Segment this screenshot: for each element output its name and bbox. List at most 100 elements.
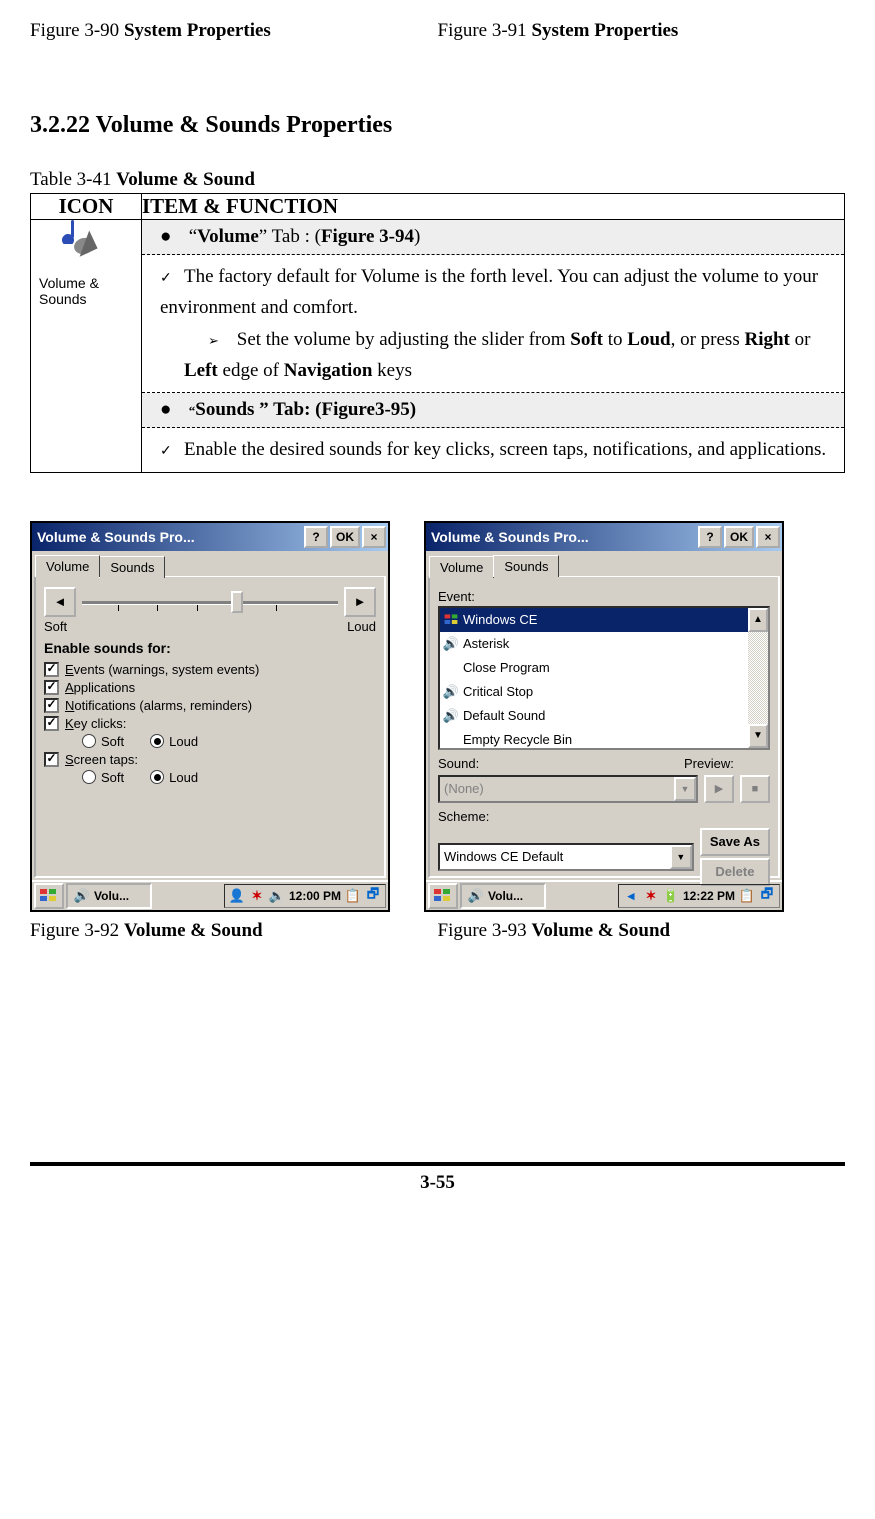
volume-slider[interactable] [78, 589, 342, 615]
help-button[interactable]: ? [304, 526, 328, 548]
tab-sounds[interactable]: Sounds [493, 555, 559, 577]
sounds-desc-text: Enable the desired sounds for key clicks… [184, 439, 826, 460]
sound-icon: 🔊 [443, 708, 459, 724]
caption-fig-3-91: Figure 3-91 System Properties [438, 20, 846, 42]
th-icon: ICON [31, 194, 142, 220]
sound-combo: (None) ▼ [438, 775, 698, 803]
list-item[interactable]: Windows CE [440, 608, 768, 632]
start-button[interactable] [428, 883, 458, 909]
start-button[interactable] [34, 883, 64, 909]
checkbox-applications[interactable] [44, 680, 59, 695]
ok-button[interactable]: OK [330, 526, 360, 548]
slider-decrease-button[interactable]: ◄ [44, 587, 76, 617]
save-as-button[interactable]: Save As [700, 828, 770, 856]
checkbox-notifications[interactable] [44, 698, 59, 713]
radio-label-loud: Loud [169, 734, 198, 749]
volume-desc-text: The factory default for Volume is the fo… [160, 266, 818, 318]
caption-prefix: Figure 3-90 [30, 20, 124, 41]
system-tray: ◂ ✶ 🔋 12:22 PM 📋 🗗 [618, 884, 780, 908]
chevron-down-icon: ▼ [674, 777, 696, 801]
list-item[interactable]: Close Program [440, 656, 768, 680]
caption-bold: System Properties [124, 20, 271, 41]
tray-icon-4[interactable]: 🗗 [365, 888, 381, 904]
radio-screentaps-soft[interactable] [82, 770, 96, 784]
tray-icon-4[interactable]: 🗗 [759, 888, 775, 904]
list-item[interactable]: 🔊 Critical Stop [440, 680, 768, 704]
tab-strip: Volume Sounds [426, 551, 782, 576]
checkbox-screentaps[interactable] [44, 752, 59, 767]
tray-icon-2[interactable]: ✶ [643, 888, 659, 904]
caption-bold: Volume & Sound [124, 920, 263, 941]
tray-icon-2[interactable]: ✶ [249, 888, 265, 904]
page-number: 3-55 [420, 1172, 455, 1193]
checkbox-keyclicks-label: Key clicks: [65, 716, 126, 731]
ok-button[interactable]: OK [724, 526, 754, 548]
tab-volume[interactable]: Volume [35, 555, 100, 577]
radio-keyclicks-soft[interactable] [82, 734, 96, 748]
radio-screentaps-loud[interactable] [150, 770, 164, 784]
help-button[interactable]: ? [698, 526, 722, 548]
checkbox-screentaps-row: Screen taps: [44, 752, 376, 767]
checkbox-notifications-row: Notifications (alarms, reminders) [44, 698, 376, 713]
titlebar: Volume & Sounds Pro... ? OK × [426, 523, 782, 551]
sound-icon: 🔊 [443, 636, 459, 652]
scroll-down-button[interactable]: ▼ [748, 724, 768, 748]
window-volume-tab: Volume & Sounds Pro... ? OK × Volume Sou… [30, 521, 390, 912]
volume-icon: 🔊 [468, 888, 484, 904]
label-soft: Soft [44, 619, 67, 634]
caption-fig-3-93: Figure 3-93 Volume & Sound [438, 920, 846, 942]
scroll-track[interactable] [748, 632, 768, 724]
close-button[interactable]: × [362, 526, 386, 548]
tray-icon-1[interactable]: 👤 [229, 888, 245, 904]
scroll-up-button[interactable]: ▲ [748, 608, 768, 632]
tray-icon-3[interactable]: 📋 [345, 888, 361, 904]
close-button[interactable]: × [756, 526, 780, 548]
titlebar: Volume & Sounds Pro... ? OK × [32, 523, 388, 551]
taskbar-app-button[interactable]: 🔊 Volu... [66, 883, 152, 909]
tray-battery-icon[interactable]: 🔋 [663, 888, 679, 904]
tray-speaker-icon[interactable]: 🔈 [269, 888, 285, 904]
window-sounds-tab: Volume & Sounds Pro... ? OK × Volume Sou… [424, 521, 784, 912]
list-item-label: Windows CE [463, 612, 537, 627]
list-item[interactable]: Empty Recycle Bin [440, 728, 768, 750]
label-sound: Sound: [438, 756, 678, 771]
sound-icon: 🔊 [443, 684, 459, 700]
chevron-down-icon[interactable]: ▼ [670, 845, 692, 869]
radio-label-soft: Soft [101, 734, 124, 749]
table-caption: Table 3-41 Volume & Sound [30, 169, 845, 191]
blank-icon [443, 660, 459, 676]
event-listbox[interactable]: Windows CE 🔊 Asterisk Close Program 🔊 Cr… [438, 606, 770, 750]
tray-icon-3[interactable]: 📋 [739, 888, 755, 904]
sounds-tab-desc: ✓Enable the desired sounds for key click… [142, 428, 844, 471]
tray-clock: 12:00 PM [289, 889, 341, 903]
enable-sounds-heading: Enable sounds for: [44, 640, 376, 656]
checkbox-keyclicks[interactable] [44, 716, 59, 731]
icon-cell: Volume & Sounds [31, 220, 142, 473]
volume-icon: 🔊 [74, 888, 90, 904]
slider-increase-button[interactable]: ► [344, 587, 376, 617]
checkbox-events-label: Events (warnings, system events) [65, 662, 259, 677]
caption-fig-3-90: Figure 3-90 System Properties [30, 20, 438, 42]
section-heading: 3.2.22 Volume & Sounds Properties [30, 112, 845, 139]
scrollbar[interactable]: ▲ ▼ [748, 608, 768, 748]
system-tray: 👤 ✶ 🔈 12:00 PM 📋 🗗 [224, 884, 386, 908]
list-item[interactable]: 🔊 Default Sound [440, 704, 768, 728]
label-preview: Preview: [684, 756, 770, 771]
tab-body-sounds: Event: Windows CE 🔊 Asterisk Close Progr… [428, 576, 780, 878]
table-caption-prefix: Table 3-41 [30, 169, 116, 190]
list-item[interactable]: 🔊 Asterisk [440, 632, 768, 656]
tray-icon-1[interactable]: ◂ [623, 888, 639, 904]
list-item-label: Default Sound [463, 708, 545, 723]
volume-slider-row: ◄ ► [44, 585, 376, 619]
slider-labels: Soft Loud [44, 619, 376, 634]
checkbox-events[interactable] [44, 662, 59, 677]
taskbar-app-button[interactable]: 🔊 Volu... [460, 883, 546, 909]
radio-keyclicks-loud[interactable] [150, 734, 164, 748]
scheme-combo[interactable]: Windows CE Default ▼ [438, 843, 694, 871]
tab-sounds[interactable]: Sounds [99, 556, 165, 578]
blank-icon [443, 732, 459, 748]
tab-volume[interactable]: Volume [429, 556, 494, 578]
radio-label-loud: Loud [169, 770, 198, 785]
list-item-label: Critical Stop [463, 684, 533, 699]
slider-thumb[interactable] [231, 591, 243, 613]
